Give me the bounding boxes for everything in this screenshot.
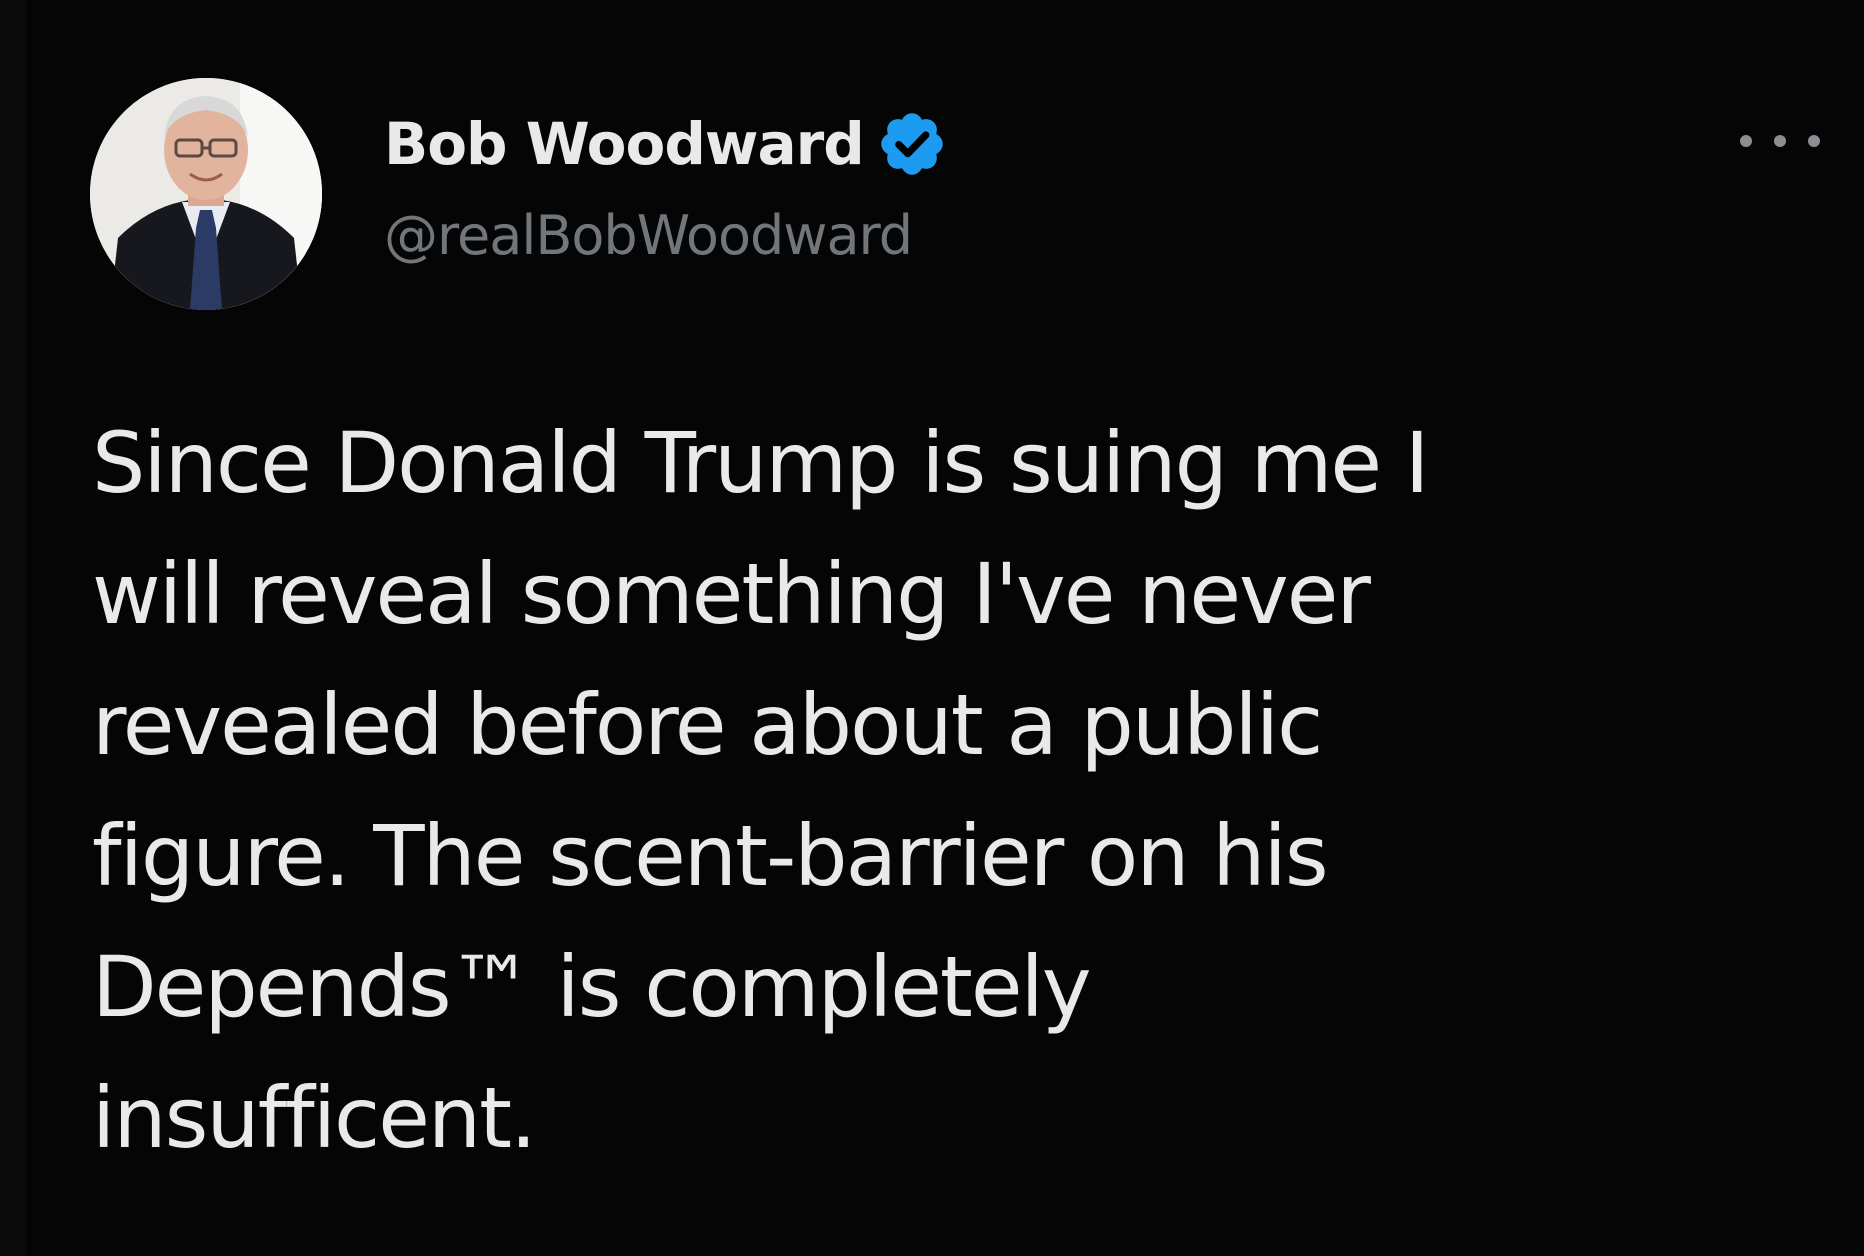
tweet-text-line: Since Donald Trump is suing me I	[92, 414, 1430, 512]
tweet-text-line: figure. The scent-barrier on his	[92, 807, 1329, 905]
author-display-name[interactable]: Bob Woodward	[384, 110, 865, 178]
tweet-text-line: insufficent.	[92, 1069, 537, 1167]
avatar-photo	[90, 78, 322, 310]
ellipsis-icon-dot	[1808, 135, 1820, 147]
author-name-row: Bob Woodward	[384, 104, 948, 184]
tweet-text-line: will reveal something I've never	[92, 545, 1371, 643]
ellipsis-icon	[1740, 135, 1752, 147]
tweet-text-line: Depends™ is completely	[92, 938, 1092, 1036]
verified-badge-icon	[876, 108, 948, 180]
author-handle[interactable]: @realBobWoodward	[384, 204, 913, 267]
avatar[interactable]	[90, 78, 322, 310]
left-edge-strip	[0, 0, 26, 1256]
more-options-button[interactable]	[1740, 126, 1820, 156]
tweet-text: Since Donald Trump is suing me I will re…	[92, 398, 1812, 1184]
tweet-text-line: revealed before about a public	[92, 676, 1323, 774]
ellipsis-icon-dot	[1774, 135, 1786, 147]
tweet-card: Bob Woodward @realBobWoodward Since Dona…	[0, 0, 1864, 1256]
